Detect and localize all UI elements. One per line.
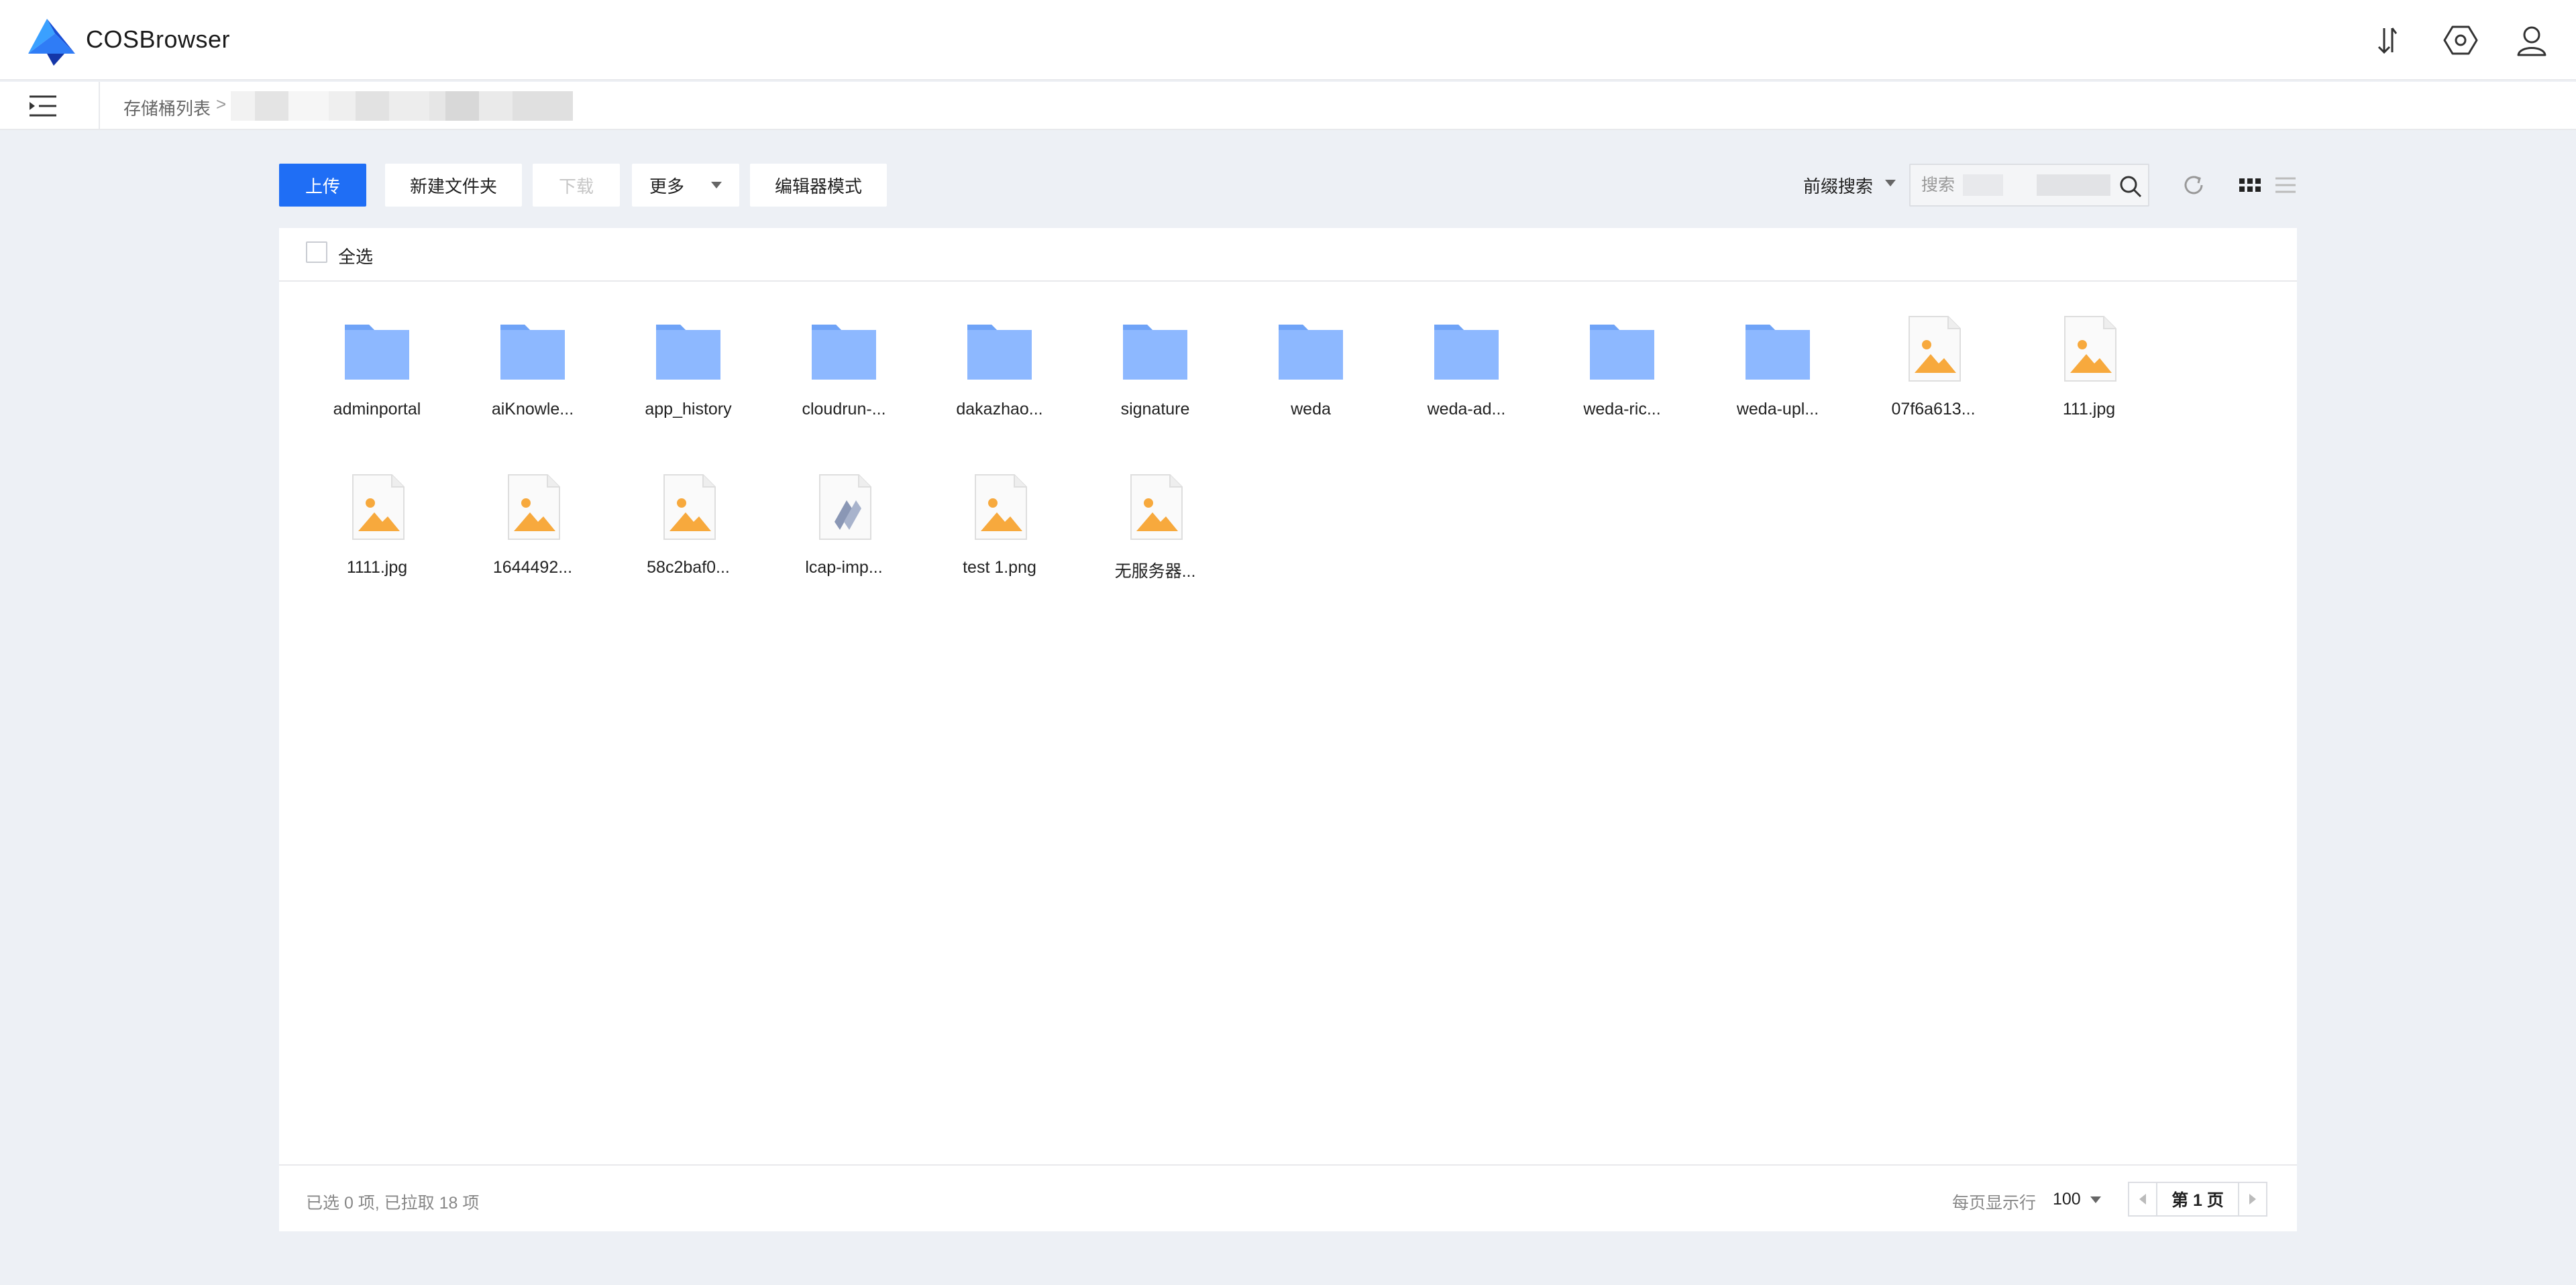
file-item[interactable]: 07f6a613... [1856,288,2011,436]
breadcrumb-divider [99,82,100,130]
item-name: adminportal [333,400,421,418]
folder-item[interactable]: weda-ad... [1389,288,1544,436]
folder-item[interactable]: signature [1077,288,1233,436]
prev-page-button[interactable] [2128,1182,2157,1217]
app-title: COSBrowser [86,25,231,53]
search-redacted-text [2037,174,2110,196]
item-name: 1111.jpg [346,558,408,577]
image-file-icon [966,473,1033,541]
breadcrumb-bucket-list[interactable]: 存储桶列表 [123,95,211,120]
item-name: weda-ric... [1583,400,1661,418]
folder-item[interactable]: adminportal [299,288,455,436]
image-file-icon [499,473,566,541]
panel-footer: 已选 0 项, 已拉取 18 项 每页显示行 100 第 1 页 [279,1164,2297,1231]
file-item[interactable]: 1644492... [455,447,610,594]
folder-item[interactable]: aiKnowle... [455,288,610,436]
transfer-icon[interactable] [2369,21,2407,59]
folder-icon [655,315,722,382]
item-name: weda-upl... [1736,400,1819,418]
settings-icon[interactable] [2442,21,2479,59]
folder-icon [499,315,566,382]
folder-item[interactable]: weda [1233,288,1389,436]
item-name: 07f6a613... [1891,400,1976,418]
chevron-down-icon[interactable] [1885,180,1896,186]
user-icon[interactable] [2513,21,2551,59]
file-icon [810,473,877,541]
new-folder-button[interactable]: 新建文件夹 [385,164,522,207]
item-name: test 1.png [963,558,1036,577]
image-file-icon [655,473,722,541]
select-all-checkbox[interactable] [306,241,327,263]
folder-icon [966,315,1033,382]
file-item[interactable]: 58c2baf0... [610,447,766,594]
chevron-down-icon[interactable] [2090,1196,2101,1203]
cosbrowser-logo-icon [28,19,75,66]
item-name: 无服务器... [1114,562,1196,581]
folder-item[interactable]: dakazhao... [922,288,1077,436]
folder-icon [1589,315,1656,382]
breadcrumb-redacted-bucket[interactable] [231,91,573,121]
image-file-icon [2055,315,2123,382]
download-button[interactable]: 下载 [533,164,620,207]
next-page-button[interactable] [2238,1182,2267,1217]
search-mode-select[interactable]: 前缀搜索 [1803,173,1873,198]
search-icon[interactable] [2118,174,2143,199]
folder-item[interactable]: cloudrun-... [766,288,922,436]
editor-mode-button[interactable]: 编辑器模式 [750,164,887,207]
pagination: 第 1 页 [2128,1182,2267,1217]
file-grid: adminportal aiKnowle... app_history cloudru… [279,282,2297,1154]
top-bar: COSBrowser [0,0,2576,80]
folder-icon [343,315,411,382]
chevron-down-icon [711,182,722,188]
more-dropdown[interactable]: 更多 [632,164,739,207]
folder-item[interactable]: weda-upl... [1700,288,1856,436]
item-name: weda [1291,400,1331,418]
item-name: 111.jpg [2062,400,2116,418]
selection-status: 已选 0 项, 已拉取 18 项 [306,1194,480,1213]
image-file-icon [343,473,411,541]
per-page-label: 每页显示行 [1952,1194,2037,1213]
item-name: 1644492... [492,558,573,577]
item-name: lcap-imp... [805,558,883,577]
file-item[interactable]: 111.jpg [2011,288,2167,436]
folder-icon [1122,315,1189,382]
select-all-label: 全选 [338,247,374,267]
search-redacted-text [1963,174,2003,196]
item-name: 58c2baf0... [647,558,730,577]
breadcrumb-separator: > [216,94,227,114]
more-label: 更多 [649,176,684,197]
file-panel: 全选 adminportal aiKnowle... app_history clou… [279,228,2297,1231]
file-item[interactable]: 1111.jpg [299,447,455,594]
chevron-left-icon [2139,1194,2146,1205]
chevron-right-icon [2249,1194,2256,1205]
grid-view-icon[interactable] [2237,172,2263,199]
item-name: signature [1120,400,1190,418]
item-name: weda-ad... [1427,400,1506,418]
image-file-icon [1122,473,1189,541]
image-file-icon [1900,315,1967,382]
item-name: app_history [645,400,732,418]
search-box [1909,164,2149,207]
folder-icon [810,315,877,382]
file-item[interactable]: 无服务器... [1077,447,1233,594]
file-item[interactable]: lcap-imp... [766,447,922,594]
select-all-row: 全选 [279,228,2297,282]
item-name: dakazhao... [956,400,1043,418]
item-name: cloudrun-... [802,400,886,418]
breadcrumb-bar: 存储桶列表 > [0,82,2576,130]
current-page: 第 1 页 [2157,1182,2238,1217]
sidebar-toggle-icon[interactable] [27,93,59,119]
file-item[interactable]: test 1.png [922,447,1077,594]
upload-button[interactable]: 上传 [279,164,366,207]
per-page-select[interactable]: 100 [2053,1190,2081,1209]
folder-item[interactable]: weda-ric... [1544,288,1700,436]
list-view-icon[interactable] [2271,172,2298,199]
folder-icon [1433,315,1500,382]
refresh-icon[interactable] [2180,172,2207,199]
folder-icon [1277,315,1344,382]
folder-icon [1744,315,1811,382]
item-name: aiKnowle... [491,400,574,418]
folder-item[interactable]: app_history [610,288,766,436]
